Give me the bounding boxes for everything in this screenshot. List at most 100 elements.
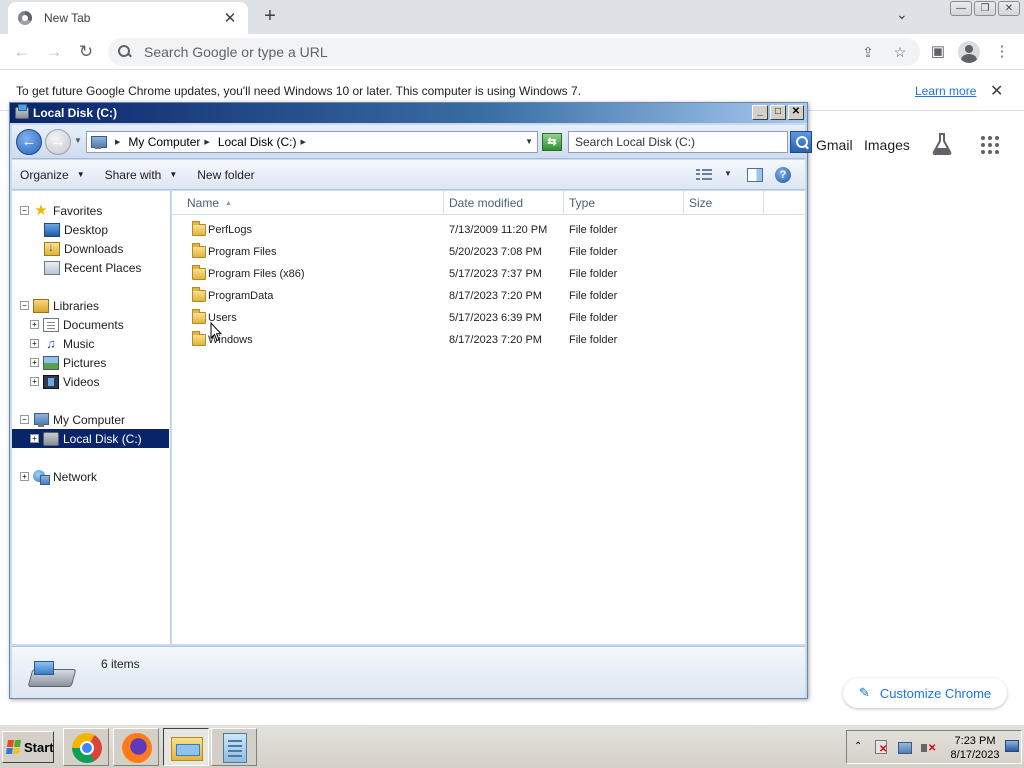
refresh-icon[interactable]: ⇆ bbox=[542, 133, 562, 151]
sort-ascending-icon: ▲ bbox=[225, 199, 232, 207]
tab-search-chevron-icon[interactable]: ⌄ bbox=[896, 6, 908, 23]
tab-new-tab[interactable]: New Tab ✕ bbox=[8, 2, 248, 34]
minimize-button[interactable]: — bbox=[950, 1, 972, 16]
file-name: ProgramData bbox=[208, 290, 274, 302]
recent-pages-chevron-icon[interactable]: ▼ bbox=[74, 136, 82, 145]
new-tab-button[interactable]: + bbox=[260, 5, 280, 28]
expand-icon[interactable]: + bbox=[30, 358, 39, 367]
file-date: 5/17/2023 7:37 PM bbox=[449, 268, 542, 280]
nav-videos[interactable]: + Videos bbox=[30, 372, 187, 391]
col-header-type[interactable]: Type bbox=[564, 191, 684, 215]
crumb-arrow-icon[interactable]: ▶ bbox=[204, 138, 209, 146]
omnibox[interactable]: Search Google or type a URL ⇪ ☆ bbox=[108, 38, 920, 66]
menu-kebab-icon[interactable]: ⋮ bbox=[992, 42, 1012, 62]
volume-muted-icon[interactable] bbox=[921, 740, 937, 756]
file-row[interactable]: ProgramData 8/17/2023 7:20 PM File folde… bbox=[172, 286, 805, 308]
nav-favorites[interactable]: − ★ Favorites bbox=[20, 201, 177, 220]
reload-icon[interactable]: ↻ bbox=[74, 40, 98, 64]
address-dropdown-icon[interactable]: ▼ bbox=[525, 137, 533, 146]
explorer-minimize-button[interactable]: _ bbox=[752, 105, 768, 120]
tab-close-icon[interactable]: ✕ bbox=[222, 9, 238, 27]
show-hidden-icons-chevron-icon[interactable]: ⌃ bbox=[854, 741, 862, 752]
network-tray-icon[interactable] bbox=[897, 740, 913, 756]
file-type: File folder bbox=[569, 312, 618, 324]
explorer-search-input[interactable]: Search Local Disk (C:) bbox=[568, 131, 788, 153]
taskbar-explorer[interactable] bbox=[163, 728, 209, 766]
nav-network[interactable]: + Network bbox=[20, 467, 177, 486]
bookmark-star-icon[interactable]: ☆ bbox=[890, 44, 910, 61]
expand-icon[interactable]: + bbox=[30, 434, 39, 443]
collapse-icon[interactable]: − bbox=[20, 206, 29, 215]
chrome-favicon-icon bbox=[18, 11, 32, 25]
labs-flask-icon[interactable] bbox=[932, 133, 952, 155]
breadcrumb-my-computer[interactable]: My Computer bbox=[128, 135, 200, 149]
profile-avatar[interactable] bbox=[958, 41, 980, 63]
address-field[interactable]: ▶ My Computer ▶ Local Disk (C:) ▶ ▼ bbox=[86, 131, 538, 153]
customize-chrome-button[interactable]: ✎ Customize Chrome bbox=[843, 678, 1007, 708]
infobar-message: To get future Google Chrome updates, you… bbox=[16, 84, 582, 98]
expand-icon[interactable]: + bbox=[20, 472, 29, 481]
nav-my-computer[interactable]: − My Computer bbox=[20, 410, 177, 429]
file-date: 5/20/2023 7:08 PM bbox=[449, 246, 542, 258]
explorer-maximize-button[interactable]: □ bbox=[770, 105, 786, 120]
action-center-flag-icon[interactable] bbox=[873, 740, 889, 756]
nav-local-disk[interactable]: + Local Disk (C:) bbox=[12, 429, 169, 448]
back-arrow-icon[interactable]: ← bbox=[10, 40, 34, 64]
downloads-icon bbox=[44, 240, 60, 256]
folder-icon bbox=[192, 221, 206, 236]
view-options-chevron-icon[interactable]: ▼ bbox=[724, 169, 732, 178]
share-icon[interactable]: ⇪ bbox=[858, 44, 878, 61]
expand-icon[interactable]: + bbox=[30, 377, 39, 386]
nav-documents[interactable]: + Documents bbox=[30, 315, 187, 334]
crumb-root-arrow-icon[interactable]: ▶ bbox=[115, 138, 120, 146]
file-row[interactable]: Users 5/17/2023 6:39 PM File folder bbox=[172, 308, 805, 330]
change-view-icon[interactable] bbox=[696, 169, 712, 181]
file-row[interactable]: Program Files 5/20/2023 7:08 PM File fol… bbox=[172, 242, 805, 264]
computer-icon bbox=[33, 412, 49, 427]
file-row[interactable]: Program Files (x86) 5/17/2023 7:37 PM Fi… bbox=[172, 264, 805, 286]
explorer-title: Local Disk (C:) bbox=[33, 106, 118, 120]
expand-icon[interactable]: + bbox=[30, 320, 39, 329]
breadcrumb-local-disk[interactable]: Local Disk (C:) bbox=[218, 135, 297, 149]
file-row[interactable]: Windows 8/17/2023 7:20 PM File folder bbox=[172, 330, 805, 352]
taskbar-firefox[interactable] bbox=[113, 728, 159, 766]
side-panel-icon[interactable]: ▣ bbox=[928, 42, 948, 62]
start-button[interactable]: Start bbox=[2, 731, 54, 763]
column-headers: Name ▲ Date modified Type Size bbox=[172, 191, 805, 215]
file-row[interactable]: PerfLogs 7/13/2009 11:20 PM File folder bbox=[172, 220, 805, 242]
explorer-title-bar[interactable]: Local Disk (C:) _ □ ✕ bbox=[10, 103, 807, 123]
clock[interactable]: 7:23 PM 8/17/2023 bbox=[947, 734, 1003, 762]
expand-icon[interactable]: + bbox=[30, 339, 39, 348]
preview-pane-icon[interactable] bbox=[747, 168, 763, 182]
back-button[interactable]: ← bbox=[16, 129, 42, 155]
col-header-name[interactable]: Name ▲ bbox=[182, 191, 444, 215]
forward-button[interactable]: → bbox=[45, 129, 71, 155]
crumb-arrow-icon[interactable]: ▶ bbox=[301, 138, 306, 146]
forward-arrow-icon[interactable]: → bbox=[42, 40, 66, 64]
taskbar-notepad[interactable] bbox=[211, 728, 257, 766]
omnibox-placeholder[interactable]: Search Google or type a URL bbox=[144, 44, 846, 60]
close-button[interactable]: ✕ bbox=[998, 1, 1020, 16]
organize-button[interactable]: Organize ▼ bbox=[12, 168, 93, 182]
collapse-icon[interactable]: − bbox=[20, 301, 29, 310]
taskbar-chrome[interactable] bbox=[63, 728, 109, 766]
help-icon[interactable]: ? bbox=[775, 167, 791, 183]
explorer-close-button[interactable]: ✕ bbox=[788, 105, 804, 120]
col-header-size[interactable]: Size bbox=[684, 191, 764, 215]
images-link[interactable]: Images bbox=[864, 137, 910, 153]
restore-button[interactable]: ❐ bbox=[974, 1, 996, 16]
nav-libraries[interactable]: − Libraries bbox=[20, 296, 177, 315]
show-desktop-icon[interactable] bbox=[1005, 740, 1019, 752]
gmail-link[interactable]: Gmail bbox=[816, 137, 853, 153]
col-header-date[interactable]: Date modified bbox=[444, 191, 564, 215]
search-icon bbox=[118, 45, 132, 59]
learn-more-link[interactable]: Learn more bbox=[915, 84, 976, 98]
new-folder-button[interactable]: New folder bbox=[189, 168, 262, 182]
nav-music[interactable]: + ♫ Music bbox=[30, 334, 187, 353]
collapse-icon[interactable]: − bbox=[20, 415, 29, 424]
nav-pictures[interactable]: + Pictures bbox=[30, 353, 187, 372]
google-apps-icon[interactable] bbox=[981, 136, 999, 154]
infobar-close-icon[interactable]: ✕ bbox=[990, 81, 1003, 101]
explorer-search-icon[interactable] bbox=[790, 131, 812, 153]
share-with-button[interactable]: Share with ▼ bbox=[97, 168, 186, 182]
